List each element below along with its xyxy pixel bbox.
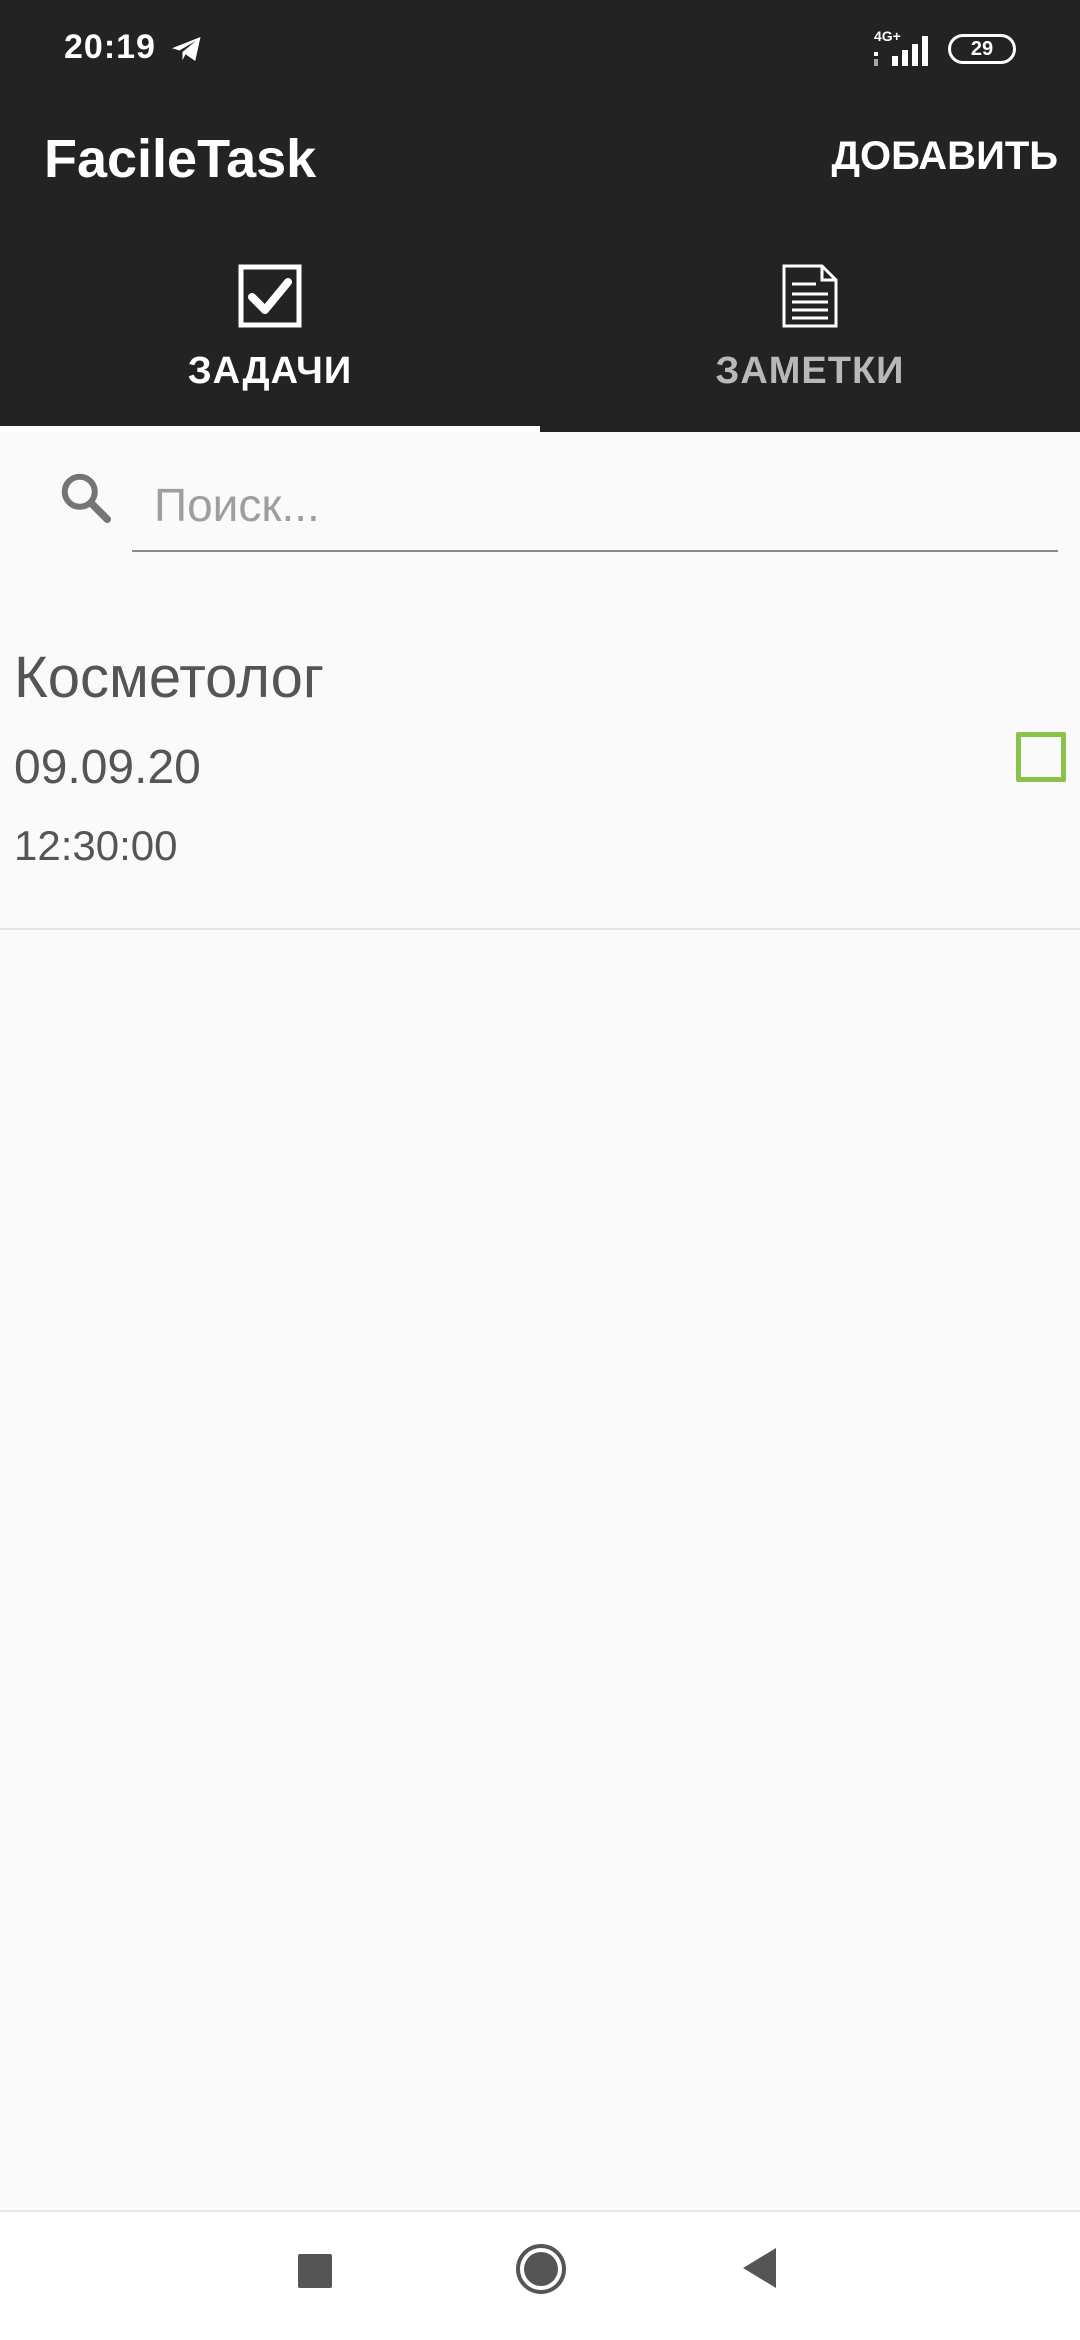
tab-bar: ЗАДАЧИ ЗАМЕТКИ (0, 220, 1080, 432)
navigation-bar (0, 2210, 1080, 2340)
signal-icon (874, 36, 928, 66)
battery-icon: 29 (948, 34, 1016, 64)
app-title: FacileTask (44, 129, 317, 189)
app-bar: FacileTask ДОБАВИТЬ (0, 100, 1080, 220)
list-item[interactable]: Косметолог 09.09.20 12:30:00 (0, 620, 1080, 930)
checkbox-checked-icon (238, 264, 302, 328)
recents-icon[interactable] (298, 2254, 332, 2288)
tab-notes[interactable]: ЗАМЕТКИ (540, 220, 1080, 432)
search-input[interactable] (132, 460, 1058, 552)
back-icon[interactable] (740, 2246, 780, 2290)
add-button[interactable]: ДОБАВИТЬ (831, 134, 1058, 179)
task-title: Косметолог (14, 645, 325, 710)
status-bar: 20:19 4G+ 29 (0, 0, 1080, 100)
tab-notes-label: ЗАМЕТКИ (715, 350, 905, 392)
task-date: 09.09.20 (14, 741, 201, 794)
home-icon[interactable] (514, 2242, 568, 2296)
status-time: 20:19 (64, 28, 156, 66)
tab-tasks[interactable]: ЗАДАЧИ (0, 220, 540, 432)
search-row (0, 432, 1080, 572)
tab-tasks-label: ЗАДАЧИ (187, 350, 353, 392)
search-icon (61, 473, 111, 523)
task-done-checkbox[interactable] (1016, 732, 1066, 782)
task-time: 12:30:00 (14, 822, 178, 869)
telegram-icon (172, 37, 201, 61)
note-icon (782, 264, 838, 328)
battery-level: 29 (970, 37, 994, 60)
